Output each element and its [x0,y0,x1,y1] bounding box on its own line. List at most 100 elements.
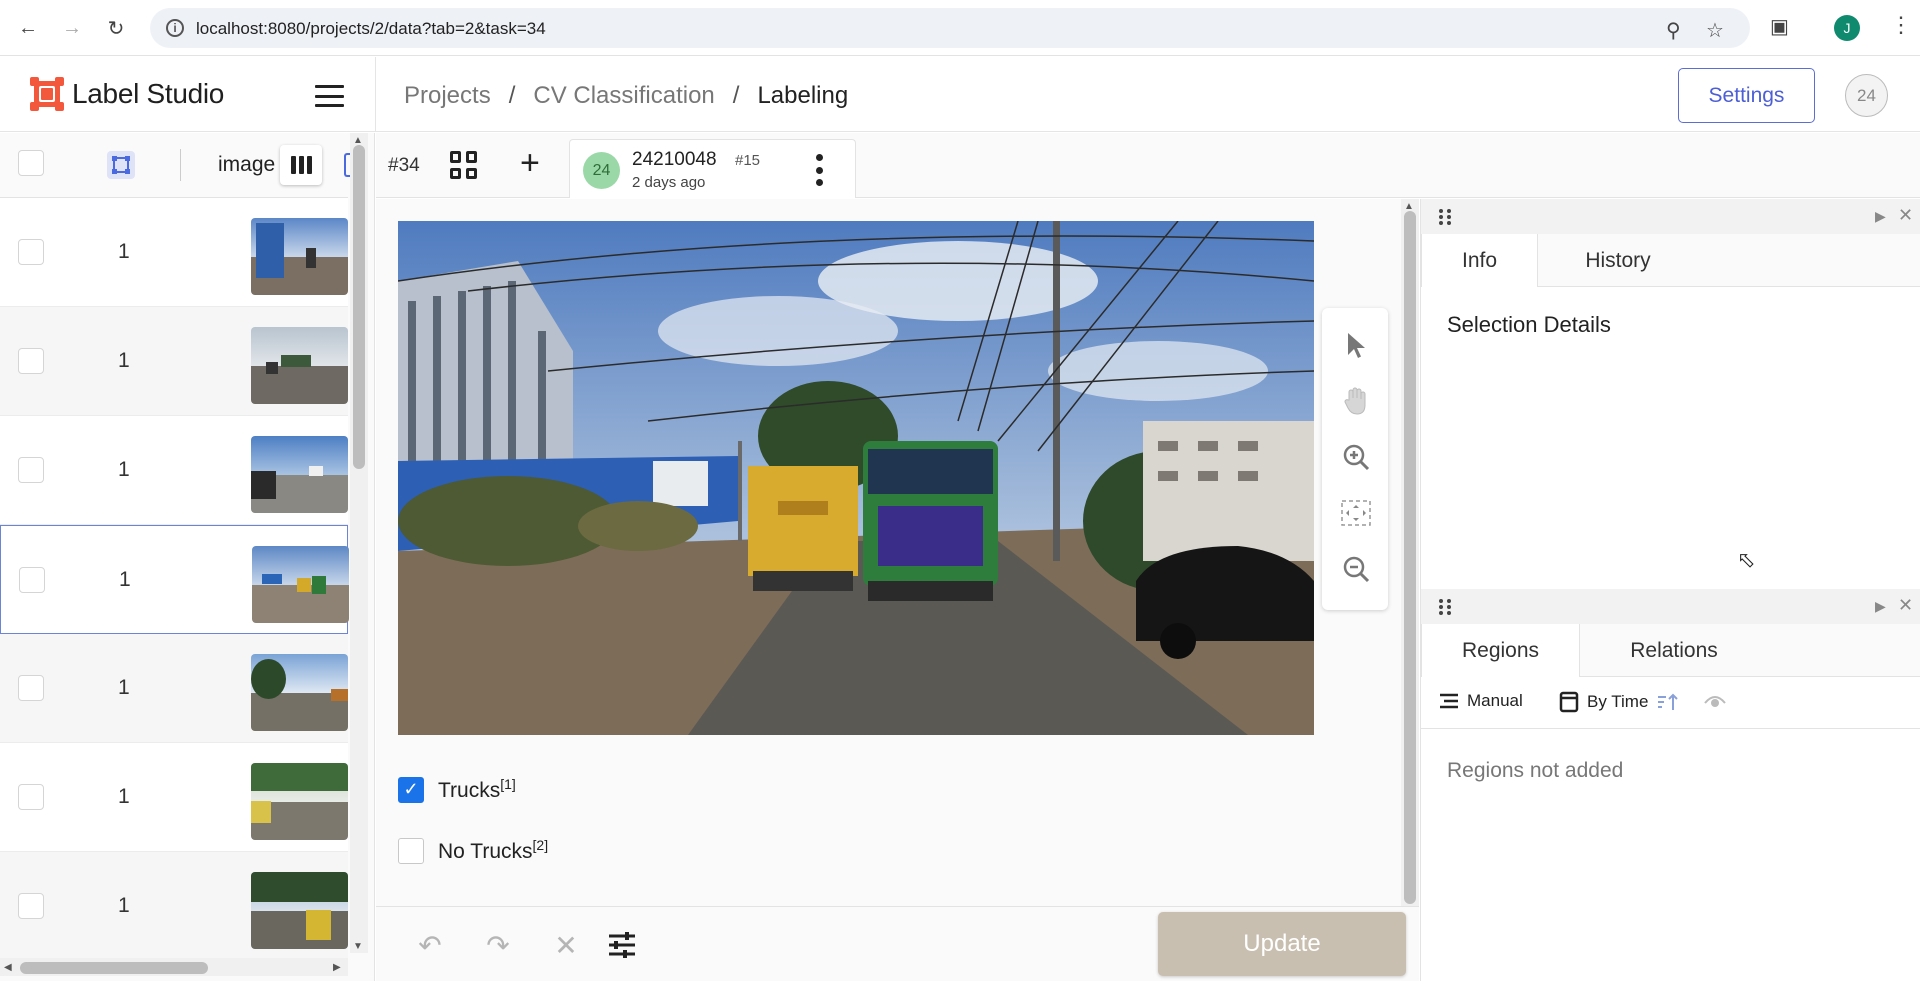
collapse-panel-icon[interactable]: ▶ [1875,208,1886,225]
annotation-number: #15 [735,152,761,169]
add-annotation-icon[interactable]: + [520,145,540,181]
task-image[interactable] [398,221,1314,735]
scroll-right-icon[interactable]: ▶ [333,962,341,973]
task-list-header: image [0,133,350,198]
undo-icon[interactable]: ↶ [414,929,446,961]
table-row[interactable]: 1 [0,198,348,307]
annotation-controls-bar: ↶ ↷ ✕ Update [376,906,1419,981]
label-studio-logo[interactable]: Label Studio [30,77,224,111]
row-value: 1 [118,785,130,808]
browser-menu-icon[interactable]: ⋮ [1890,12,1912,38]
drag-handle-icon[interactable] [1439,599,1451,615]
row-value: 1 [119,568,131,591]
sort-by-time-button[interactable]: By Time [1559,691,1680,713]
pointer-tool-icon[interactable] [1339,328,1373,362]
back-icon[interactable]: ← [14,14,42,42]
collapse-panel-icon[interactable]: ▶ [1875,598,1886,615]
tab-history[interactable]: History [1538,234,1698,287]
redo-icon[interactable]: ↷ [482,929,514,961]
row-checkbox[interactable] [18,239,44,265]
settings-button[interactable]: Settings [1678,68,1815,123]
choice-trucks[interactable]: ✓ Trucks[1] [398,776,516,803]
drag-handle-icon[interactable] [1439,209,1451,225]
bookmark-star-icon[interactable]: ☆ [1706,18,1724,43]
sort-direction-icon [1658,693,1679,710]
choice-no-trucks[interactable]: No Trucks[2] [398,837,548,864]
breadcrumb: Projects / CV Classification / Labeling [404,82,848,110]
trucks-checkbox[interactable]: ✓ [398,776,424,803]
reset-close-icon[interactable]: ✕ [550,929,582,961]
tab-regions[interactable]: Regions [1421,624,1580,677]
list-vertical-scroll-thumb[interactable] [353,145,365,469]
annotation-tabs-bar: #34 + 24 24210048 #15 2 days ago [376,133,1920,198]
row-checkbox[interactable] [18,784,44,810]
order-manual-button[interactable]: Manual [1439,691,1523,711]
annotation-menu-icon[interactable] [816,154,824,186]
app-header: Label Studio Projects / CV Classificatio… [0,57,1920,132]
close-panel-icon[interactable]: ✕ [1898,205,1913,226]
table-row[interactable]: 1 [0,852,348,961]
reload-icon[interactable]: ↻ [102,14,130,42]
info-panel-handle[interactable]: ▶ ✕ [1421,199,1920,234]
annotation-time: 2 days ago [632,174,706,191]
url-text: localhost:8080/projects/2/data?tab=2&tas… [196,19,546,38]
sort-label: By Time [1587,692,1649,711]
row-thumbnail [251,436,348,513]
scroll-left-icon[interactable]: ◀ [4,962,12,973]
table-row[interactable]: 1 [0,743,348,852]
close-panel-icon[interactable]: ✕ [1898,595,1913,616]
table-row[interactable]: 1 [0,416,348,525]
user-avatar[interactable]: 24 [1845,74,1888,117]
row-checkbox[interactable] [19,567,45,593]
settings-sliders-icon[interactable] [606,929,638,961]
extensions-icon[interactable]: ▣ [1770,14,1789,39]
zoom-out-icon[interactable] [1339,552,1373,586]
header-divider [375,57,376,132]
row-checkbox[interactable] [18,457,44,483]
annotation-tab[interactable]: 24 24210048 #15 2 days ago [569,139,856,198]
columns-toggle-icon[interactable] [280,145,322,185]
site-info-icon[interactable]: i [166,19,184,37]
table-row[interactable]: 1 [0,634,348,743]
row-checkbox[interactable] [18,348,44,374]
address-bar[interactable]: i localhost:8080/projects/2/data?tab=2&t… [150,8,1750,48]
select-all-checkbox[interactable] [18,150,44,176]
mouse-cursor-icon: ⬁ [1737,547,1756,572]
grid-view-icon[interactable] [450,151,478,179]
menu-hamburger-icon[interactable] [315,85,344,107]
fit-to-screen-icon[interactable] [1339,496,1373,530]
forward-icon[interactable]: → [58,14,86,42]
row-thumbnail [251,218,348,295]
table-row[interactable]: 1 [0,307,348,416]
scroll-up-icon[interactable]: ▲ [353,135,363,146]
image-tools-toolbar [1322,308,1388,610]
browser-profile-avatar[interactable]: J [1834,15,1860,41]
image-column-header[interactable]: image [218,153,275,177]
scroll-up-icon[interactable]: ▲ [1404,201,1414,212]
selection-mode-icon[interactable] [107,151,135,179]
main-vertical-scroll-thumb[interactable] [1404,211,1416,904]
logo-icon [30,77,64,111]
visibility-eye-icon[interactable] [1704,693,1726,709]
table-row-selected[interactable]: 1 [0,525,349,634]
list-horizontal-scroll-thumb[interactable] [20,962,208,974]
breadcrumb-projects[interactable]: Projects [404,82,491,110]
breadcrumb-project[interactable]: CV Classification [533,82,714,110]
zoom-icon[interactable]: ⚲ [1666,18,1681,43]
tab-relations[interactable]: Relations [1580,624,1768,677]
order-label: Manual [1467,691,1523,710]
no-trucks-checkbox[interactable] [398,837,424,864]
zoom-in-icon[interactable] [1339,440,1373,474]
row-checkbox[interactable] [18,893,44,919]
update-button[interactable]: Update [1158,912,1406,976]
list-order-icon [1440,693,1458,709]
row-thumbnail [251,327,348,404]
row-checkbox[interactable] [18,675,44,701]
scroll-down-icon[interactable]: ▼ [353,941,363,952]
regions-panel-handle[interactable]: ▶ ✕ [1421,589,1920,624]
pan-hand-icon[interactable] [1339,384,1373,418]
regions-toolbar: Manual By Time [1421,677,1920,729]
row-thumbnail [251,654,348,731]
regions-empty-text: Regions not added [1447,759,1624,782]
tab-info[interactable]: Info [1421,234,1538,287]
